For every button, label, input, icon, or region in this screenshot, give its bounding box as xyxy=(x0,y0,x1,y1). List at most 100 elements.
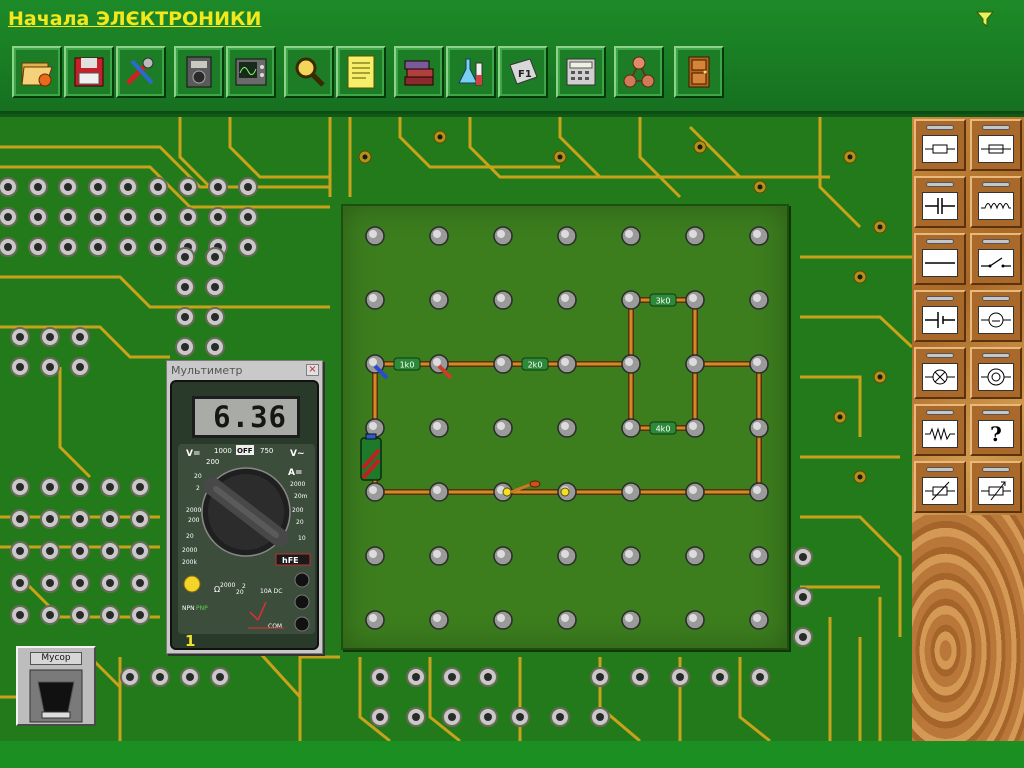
svg-text:2000: 2000 xyxy=(290,481,305,488)
close-icon[interactable]: × xyxy=(306,364,319,376)
breadboard-node[interactable] xyxy=(685,610,705,630)
breadboard-node[interactable] xyxy=(621,354,641,374)
multimeter-reading: 6.36 xyxy=(192,396,300,438)
breadboard-node[interactable] xyxy=(365,226,385,246)
app-title-link[interactable]: Начала ЭЛЄКТРОНИКИ xyxy=(8,8,261,30)
help-f1-button[interactable]: F1 xyxy=(498,46,548,98)
tools-button[interactable] xyxy=(116,46,166,98)
breadboard-node[interactable] xyxy=(365,290,385,310)
f1-key-icon: F1 xyxy=(509,58,538,85)
filter-funnel-icon[interactable] xyxy=(976,10,994,28)
drawer-handle xyxy=(926,239,954,244)
inspect-button[interactable] xyxy=(284,46,334,98)
resistor[interactable]: 1k0 xyxy=(393,357,421,371)
breadboard-node[interactable] xyxy=(429,418,449,438)
breadboard-node[interactable] xyxy=(621,290,641,310)
notepad-icon xyxy=(347,55,375,89)
meter-icon xyxy=(978,306,1014,334)
breadboard-node[interactable] xyxy=(749,226,769,246)
door-exit-icon xyxy=(688,56,710,88)
breadboard-node[interactable] xyxy=(749,610,769,630)
palette-switch-button[interactable] xyxy=(970,233,1022,285)
palette-inductor-button[interactable] xyxy=(970,176,1022,228)
resistor[interactable]: 3k0 xyxy=(649,293,677,307)
breadboard-node[interactable] xyxy=(749,418,769,438)
breadboard-node[interactable] xyxy=(429,290,449,310)
palette-potentiometer-button[interactable] xyxy=(970,461,1022,513)
lab-button[interactable] xyxy=(446,46,496,98)
breadboard-node[interactable] xyxy=(557,354,577,374)
breadboard-node[interactable] xyxy=(429,546,449,566)
oscilloscope-icon xyxy=(235,58,267,86)
save-button[interactable] xyxy=(64,46,114,98)
breadboard-node[interactable] xyxy=(365,482,385,502)
breadboard-node[interactable] xyxy=(429,610,449,630)
svg-text:F1: F1 xyxy=(518,69,532,80)
status-bar xyxy=(0,741,1024,768)
palette-spiral-button[interactable] xyxy=(970,347,1022,399)
ten-a-dc-label: 10A DC xyxy=(260,588,282,595)
resistor[interactable]: 2k0 xyxy=(521,357,549,371)
palette-resistor-button[interactable] xyxy=(914,119,966,171)
molecule-button[interactable] xyxy=(614,46,664,98)
breadboard-node[interactable] xyxy=(621,226,641,246)
breadboard-node[interactable] xyxy=(685,226,705,246)
breadboard-node[interactable] xyxy=(749,290,769,310)
breadboard-node[interactable] xyxy=(493,226,513,246)
breadboard-node[interactable] xyxy=(429,482,449,502)
breadboard-node[interactable] xyxy=(493,290,513,310)
calculator-button[interactable] xyxy=(556,46,606,98)
breadboard-node[interactable] xyxy=(685,482,705,502)
breadboard-node[interactable] xyxy=(749,354,769,374)
svg-text:20: 20 xyxy=(194,473,202,480)
breadboard-node[interactable] xyxy=(493,546,513,566)
breadboard-node[interactable] xyxy=(557,610,577,630)
breadboard-node[interactable] xyxy=(621,546,641,566)
palette-thermistor-button[interactable] xyxy=(914,404,966,456)
palette-lamp-button[interactable] xyxy=(914,347,966,399)
svg-text:2: 2 xyxy=(196,485,200,492)
breadboard-node[interactable] xyxy=(749,546,769,566)
oscilloscope-button[interactable] xyxy=(226,46,276,98)
drawer-handle xyxy=(982,125,1010,130)
breadboard-node[interactable] xyxy=(621,482,641,502)
open-file-button[interactable] xyxy=(12,46,62,98)
breadboard-node[interactable] xyxy=(365,546,385,566)
battery[interactable] xyxy=(360,433,382,481)
resistor[interactable]: 4k0 xyxy=(649,421,677,435)
pnp-label: PNP xyxy=(196,605,208,612)
breadboard-node[interactable] xyxy=(429,226,449,246)
breadboard-node[interactable] xyxy=(685,354,705,374)
palette-capacitor-button[interactable] xyxy=(914,176,966,228)
breadboard-node[interactable] xyxy=(621,418,641,438)
breadboard-node[interactable] xyxy=(749,482,769,502)
palette-variable-resistor-button[interactable] xyxy=(914,461,966,513)
palette-unknown-button[interactable]: ? xyxy=(970,404,1022,456)
breadboard-node[interactable] xyxy=(685,418,705,438)
breadboard-node[interactable] xyxy=(557,226,577,246)
breadboard-node[interactable] xyxy=(493,610,513,630)
notes-button[interactable] xyxy=(336,46,386,98)
breadboard-workspace[interactable]: 1k0 2k0 3k0 4k0 xyxy=(341,204,789,650)
palette-wire-button[interactable] xyxy=(914,233,966,285)
chemistry-lab-icon xyxy=(458,58,483,86)
multimeter-button[interactable] xyxy=(174,46,224,98)
palette-ammeter-button[interactable] xyxy=(970,290,1022,342)
breadboard-node[interactable] xyxy=(621,610,641,630)
palette-battery-button[interactable] xyxy=(914,290,966,342)
breadboard-node[interactable] xyxy=(557,290,577,310)
breadboard-node[interactable] xyxy=(493,354,513,374)
breadboard-node[interactable] xyxy=(685,546,705,566)
library-button[interactable] xyxy=(394,46,444,98)
exit-button[interactable] xyxy=(674,46,724,98)
breadboard-node[interactable] xyxy=(557,418,577,438)
range-number: 1 xyxy=(185,632,196,650)
breadboard-node[interactable] xyxy=(685,290,705,310)
breadboard-node[interactable] xyxy=(557,546,577,566)
breadboard-node[interactable] xyxy=(365,610,385,630)
breadboard-nodes xyxy=(365,226,769,630)
palette-fuse-button[interactable] xyxy=(970,119,1022,171)
multimeter-window[interactable]: Мультиметр × 6.36 V= 1000 OFF 750 V~ 200… xyxy=(166,360,323,654)
breadboard-node[interactable] xyxy=(493,418,513,438)
trash-bin[interactable]: Мусор xyxy=(16,646,96,726)
